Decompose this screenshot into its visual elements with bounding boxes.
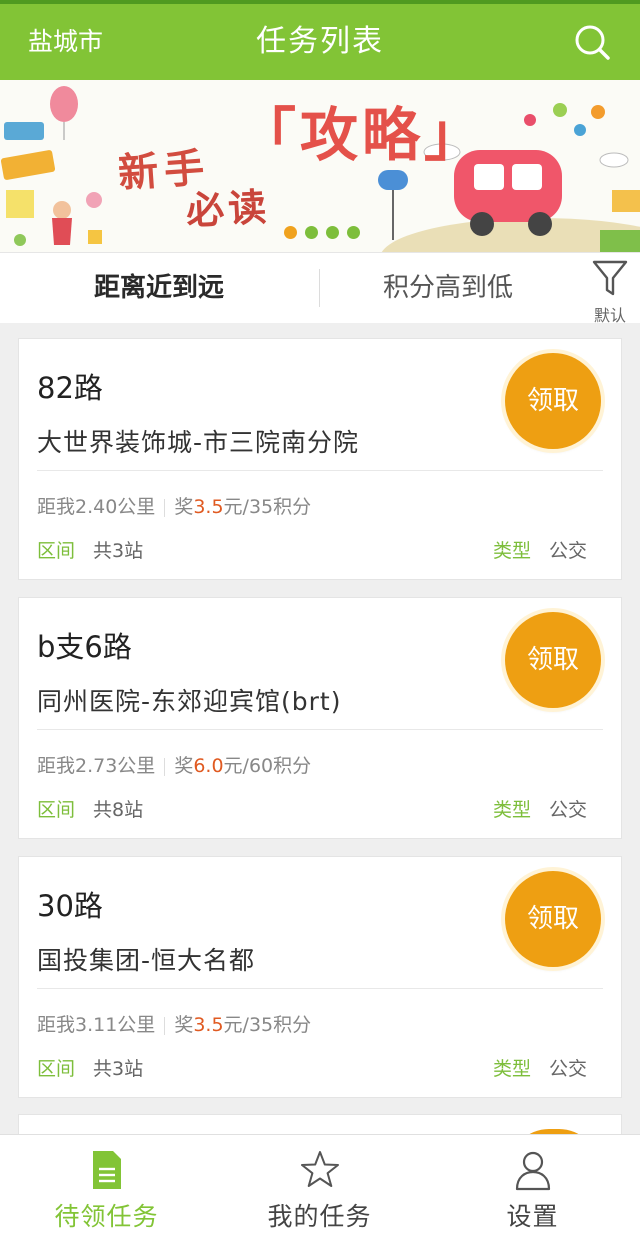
- reward-prefix: 奖: [174, 496, 194, 518]
- task-stops: 大世界装饰城-市三院南分院: [37, 428, 360, 457]
- task-distance: 距我2.73公里: [37, 755, 156, 777]
- task-distance: 距我2.40公里: [37, 496, 156, 518]
- task-meta: 距我3.11公里 奖3.5元/35积分: [37, 1010, 311, 1037]
- tab-my-tasks[interactable]: 我的任务: [213, 1135, 426, 1242]
- tab-label: 待领任务: [54, 1202, 159, 1231]
- task-route: 30路: [37, 889, 103, 923]
- star-icon: [301, 1151, 339, 1187]
- section-label: 区间: [37, 799, 76, 821]
- reward-amount: 3.5: [193, 1014, 224, 1036]
- filter-icon: [592, 260, 628, 296]
- app-header: 盐城市 任务列表: [0, 4, 640, 80]
- filter-label: 默认: [593, 306, 626, 325]
- station-count: 共8站: [93, 799, 144, 821]
- filter-button[interactable]: 默认: [588, 256, 632, 325]
- tab-label: 我的任务: [267, 1202, 372, 1231]
- tab-settings[interactable]: 设置: [426, 1135, 639, 1242]
- banner-text-read: 必读: [185, 183, 272, 234]
- meta-divider: [164, 498, 166, 517]
- section-label: 区间: [37, 1058, 76, 1080]
- reward-amount: 3.5: [193, 496, 224, 518]
- reward-suffix: 元/35积分: [223, 496, 312, 518]
- user-icon: [515, 1151, 551, 1191]
- type-label: 类型: [492, 540, 531, 562]
- reward-prefix: 奖: [174, 755, 194, 777]
- task-stops: 国投集团-恒大名都: [37, 946, 256, 975]
- sort-by-points[interactable]: 积分高到低: [320, 253, 576, 323]
- meta-divider: [164, 757, 166, 776]
- claim-button[interactable]: 领取: [505, 353, 601, 449]
- tab-pending-tasks[interactable]: 待领任务: [0, 1135, 213, 1242]
- task-route: 82路: [37, 371, 103, 405]
- pagination-dot-2[interactable]: [305, 226, 318, 239]
- reward-amount: 6.0: [193, 755, 224, 777]
- card-divider: [37, 729, 603, 730]
- page-title: 任务列表: [256, 24, 384, 59]
- type-value: 公交: [548, 540, 587, 562]
- sort-by-distance[interactable]: 距离近到远: [0, 253, 318, 323]
- task-meta: 距我2.40公里 奖3.5元/35积分: [37, 492, 311, 519]
- type-label: 类型: [492, 1058, 531, 1080]
- reward-suffix: 元/60积分: [223, 755, 312, 777]
- task-list: 82路 大世界装饰城-市三院南分院 领取 距我2.40公里 奖3.5元/35积分 …: [18, 338, 622, 1115]
- search-icon[interactable]: [572, 22, 612, 62]
- banner-pagination: [284, 226, 360, 239]
- type-label: 类型: [492, 799, 531, 821]
- card-divider: [37, 988, 603, 989]
- claim-button[interactable]: 领取: [505, 871, 601, 967]
- bottom-tab-bar: 待领任务 我的任务 设置: [0, 1134, 640, 1242]
- station-count: 共3站: [93, 540, 144, 562]
- sort-bar: 距离近到远 积分高到低 默认: [0, 252, 640, 325]
- task-meta: 距我2.73公里 奖6.0元/60积分: [37, 751, 311, 778]
- reward-prefix: 奖: [174, 1014, 194, 1036]
- task-distance: 距我3.11公里: [37, 1014, 156, 1036]
- task-type: 类型 公交: [493, 795, 587, 822]
- type-value: 公交: [548, 799, 587, 821]
- task-stops: 同州医院-东郊迎宾馆(brt): [37, 687, 342, 716]
- document-icon: [93, 1151, 121, 1189]
- task-section-info: 区间 共3站: [37, 1054, 143, 1081]
- type-value: 公交: [548, 1058, 587, 1080]
- task-section-info: 区间 共8站: [37, 795, 143, 822]
- task-type: 类型 公交: [493, 1054, 587, 1081]
- section-label: 区间: [37, 540, 76, 562]
- task-card[interactable]: b支6路 同州医院-东郊迎宾馆(brt) 领取 距我2.73公里 奖6.0元/60…: [18, 597, 622, 839]
- meta-divider: [164, 1016, 166, 1035]
- claim-button[interactable]: 领取: [505, 612, 601, 708]
- task-section-info: 区间 共3站: [37, 536, 143, 563]
- task-card[interactable]: 82路 大世界装饰城-市三院南分院 领取 距我2.40公里 奖3.5元/35积分 …: [18, 338, 622, 580]
- task-card[interactable]: 30路 国投集团-恒大名都 领取 距我3.11公里 奖3.5元/35积分 区间 共3…: [18, 856, 622, 1098]
- pagination-dot-4[interactable]: [347, 226, 360, 239]
- task-route: b支6路: [37, 630, 132, 664]
- task-type: 类型 公交: [493, 536, 587, 563]
- pagination-dot-1[interactable]: [284, 226, 297, 239]
- promo-banner[interactable]: 新手 「攻略」 必读: [0, 80, 640, 252]
- tab-label: 设置: [506, 1202, 559, 1231]
- pagination-dot-3[interactable]: [326, 226, 339, 239]
- station-count: 共3站: [93, 1058, 144, 1080]
- card-divider: [37, 470, 603, 471]
- reward-suffix: 元/35积分: [223, 1014, 312, 1036]
- banner-text-guide: 「攻略」: [238, 101, 487, 169]
